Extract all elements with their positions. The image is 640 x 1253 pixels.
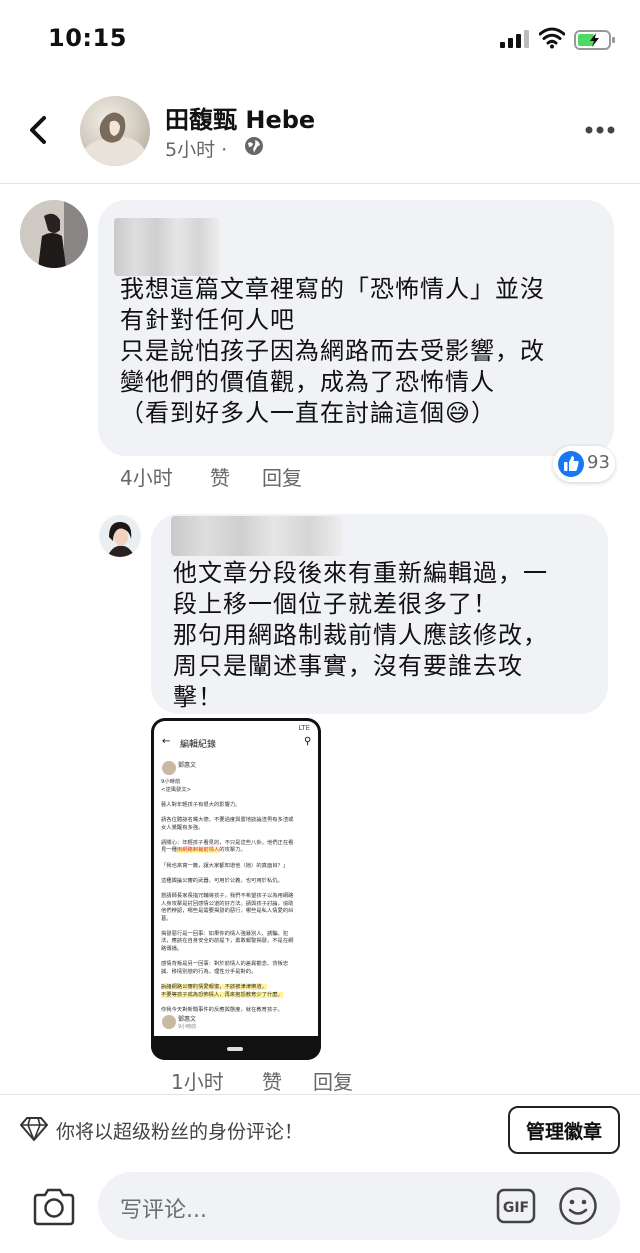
screenshot-search-icon: ⚲ [304,736,312,747]
screenshot-author-avatar-2 [162,1015,176,1029]
screenshot-status: LTE [154,721,318,739]
screenshot-title: 編輯紀錄 [180,740,217,750]
screenshot-author-2: 鄧惠文 [178,1016,197,1023]
back-icon[interactable] [24,112,52,148]
comment-1-like-button[interactable]: 赞 [210,462,230,491]
screenshot-body: 9小時前 <逆風發文> 藝人對年輕孩子有很大的影響力。 請各位體諒名嘴大德，不要… [161,779,313,1014]
globe-icon [245,137,263,155]
super-fan-bar: 你将以超级粉丝的身份评论！ 管理徽章 [0,1094,640,1166]
svg-text:GIF: GIF [503,1200,529,1216]
signal-icon [500,30,529,48]
screenshot-time-2: 9小時前 [178,1024,197,1030]
like-icon [558,451,584,477]
screenshot-body-part-3: 你我今天對新聞事件的反應與態度，就在教育孩子。 [161,1006,283,1013]
commenter-1-avatar[interactable] [20,200,88,268]
gif-icon[interactable]: GIF [496,1188,536,1224]
comment-1-reply-button[interactable]: 回复 [262,462,302,491]
screenshot-body-part-1: 9小時前 <逆風發文> 藝人對年輕孩子有很大的影響力。 請各位體諒名嘴大德，不要… [161,779,294,854]
post-header: 田馥甄 Hebe 5小时 · [0,80,640,184]
comment-2-like-button[interactable]: 赞 [262,1066,282,1095]
screenshot-back-icon: ← [162,736,171,747]
comment-1-time: 4小时 [120,466,173,490]
screenshot-content: LTE ← 編輯紀錄 ⚲ 鄧惠文 9小時前 <逆風發文> 藝人對年輕孩子有很大的… [154,721,318,1036]
emoji-icon[interactable] [558,1186,598,1226]
attached-screenshot[interactable]: LTE ← 編輯紀錄 ⚲ 鄧惠文 9小時前 <逆風發文> 藝人對年輕孩子有很大的… [151,718,321,1060]
comment-2-text: 他文章分段後來有重新編輯過，一 段上移一個位子就差很多了！ 那句用網路制裁前情人… [173,559,548,711]
reaction-pill[interactable]: 93 [553,446,615,482]
screenshot-author: 鄧惠文 [178,762,197,769]
diamond-icon [20,1117,48,1141]
more-icon[interactable] [584,125,616,135]
commenter-1-name-blurred[interactable] [114,218,220,276]
comment-2-bubble[interactable]: 他文章分段後來有重新編輯過，一 段上移一個位子就差很多了！ 那句用網路制裁前情人… [151,514,608,714]
screenshot-highlight-2: 訴諸網路公審的情愛報復，不該被津津樂道， 不要等孩子成為恐怖情人，再來抱怨教育少… [161,984,283,998]
screenshot-home-indicator [227,1047,243,1051]
comment-input[interactable]: 写评论... GIF [98,1172,620,1240]
comment-1-bubble[interactable]: 我想這篇文章裡寫的「恐怖情人」並沒 有針對任何人吧 只是說怕孩子因為網路而去受影… [98,200,614,456]
post-time: 5小时 · [165,139,228,161]
comment-1-text: 我想這篇文章裡寫的「恐怖情人」並沒 有針對任何人吧 只是說怕孩子因為網路而去受影… [120,275,545,427]
wifi-icon [539,27,565,49]
status-bar: 10:15 [0,0,640,80]
super-fan-text: 你将以超级粉丝的身份评论！ [56,1121,304,1143]
screenshot-nav-bar [151,1036,321,1060]
battery-icon [574,30,615,50]
comment-composer: 写评论... GIF [0,1166,640,1253]
commenter-2-avatar[interactable] [99,515,141,557]
comment-placeholder: 写评论... [120,1198,207,1223]
poster-avatar[interactable] [80,96,150,166]
poster-name[interactable]: 田馥甄 Hebe [165,100,315,135]
screenshot-highlight-1: 用網路制裁前情人 [176,847,220,854]
comment-2-time: 1小时 [171,1070,224,1094]
screenshot-author-avatar [162,761,176,775]
camera-icon[interactable] [32,1188,76,1226]
commenter-2-name-blurred[interactable] [171,516,343,556]
reaction-count: 93 [587,452,610,473]
screenshot-status-text: LTE [298,724,310,732]
comment-2-reply-button[interactable]: 回复 [313,1066,353,1095]
status-time: 10:15 [48,24,127,52]
manage-badges-button[interactable]: 管理徽章 [508,1106,620,1154]
screenshot-body-part-2: 的攻擊力。 「我也來寫一篇，讓大家都知道他（她）的真面目？」 這種輿論公審的武器… [161,847,294,975]
